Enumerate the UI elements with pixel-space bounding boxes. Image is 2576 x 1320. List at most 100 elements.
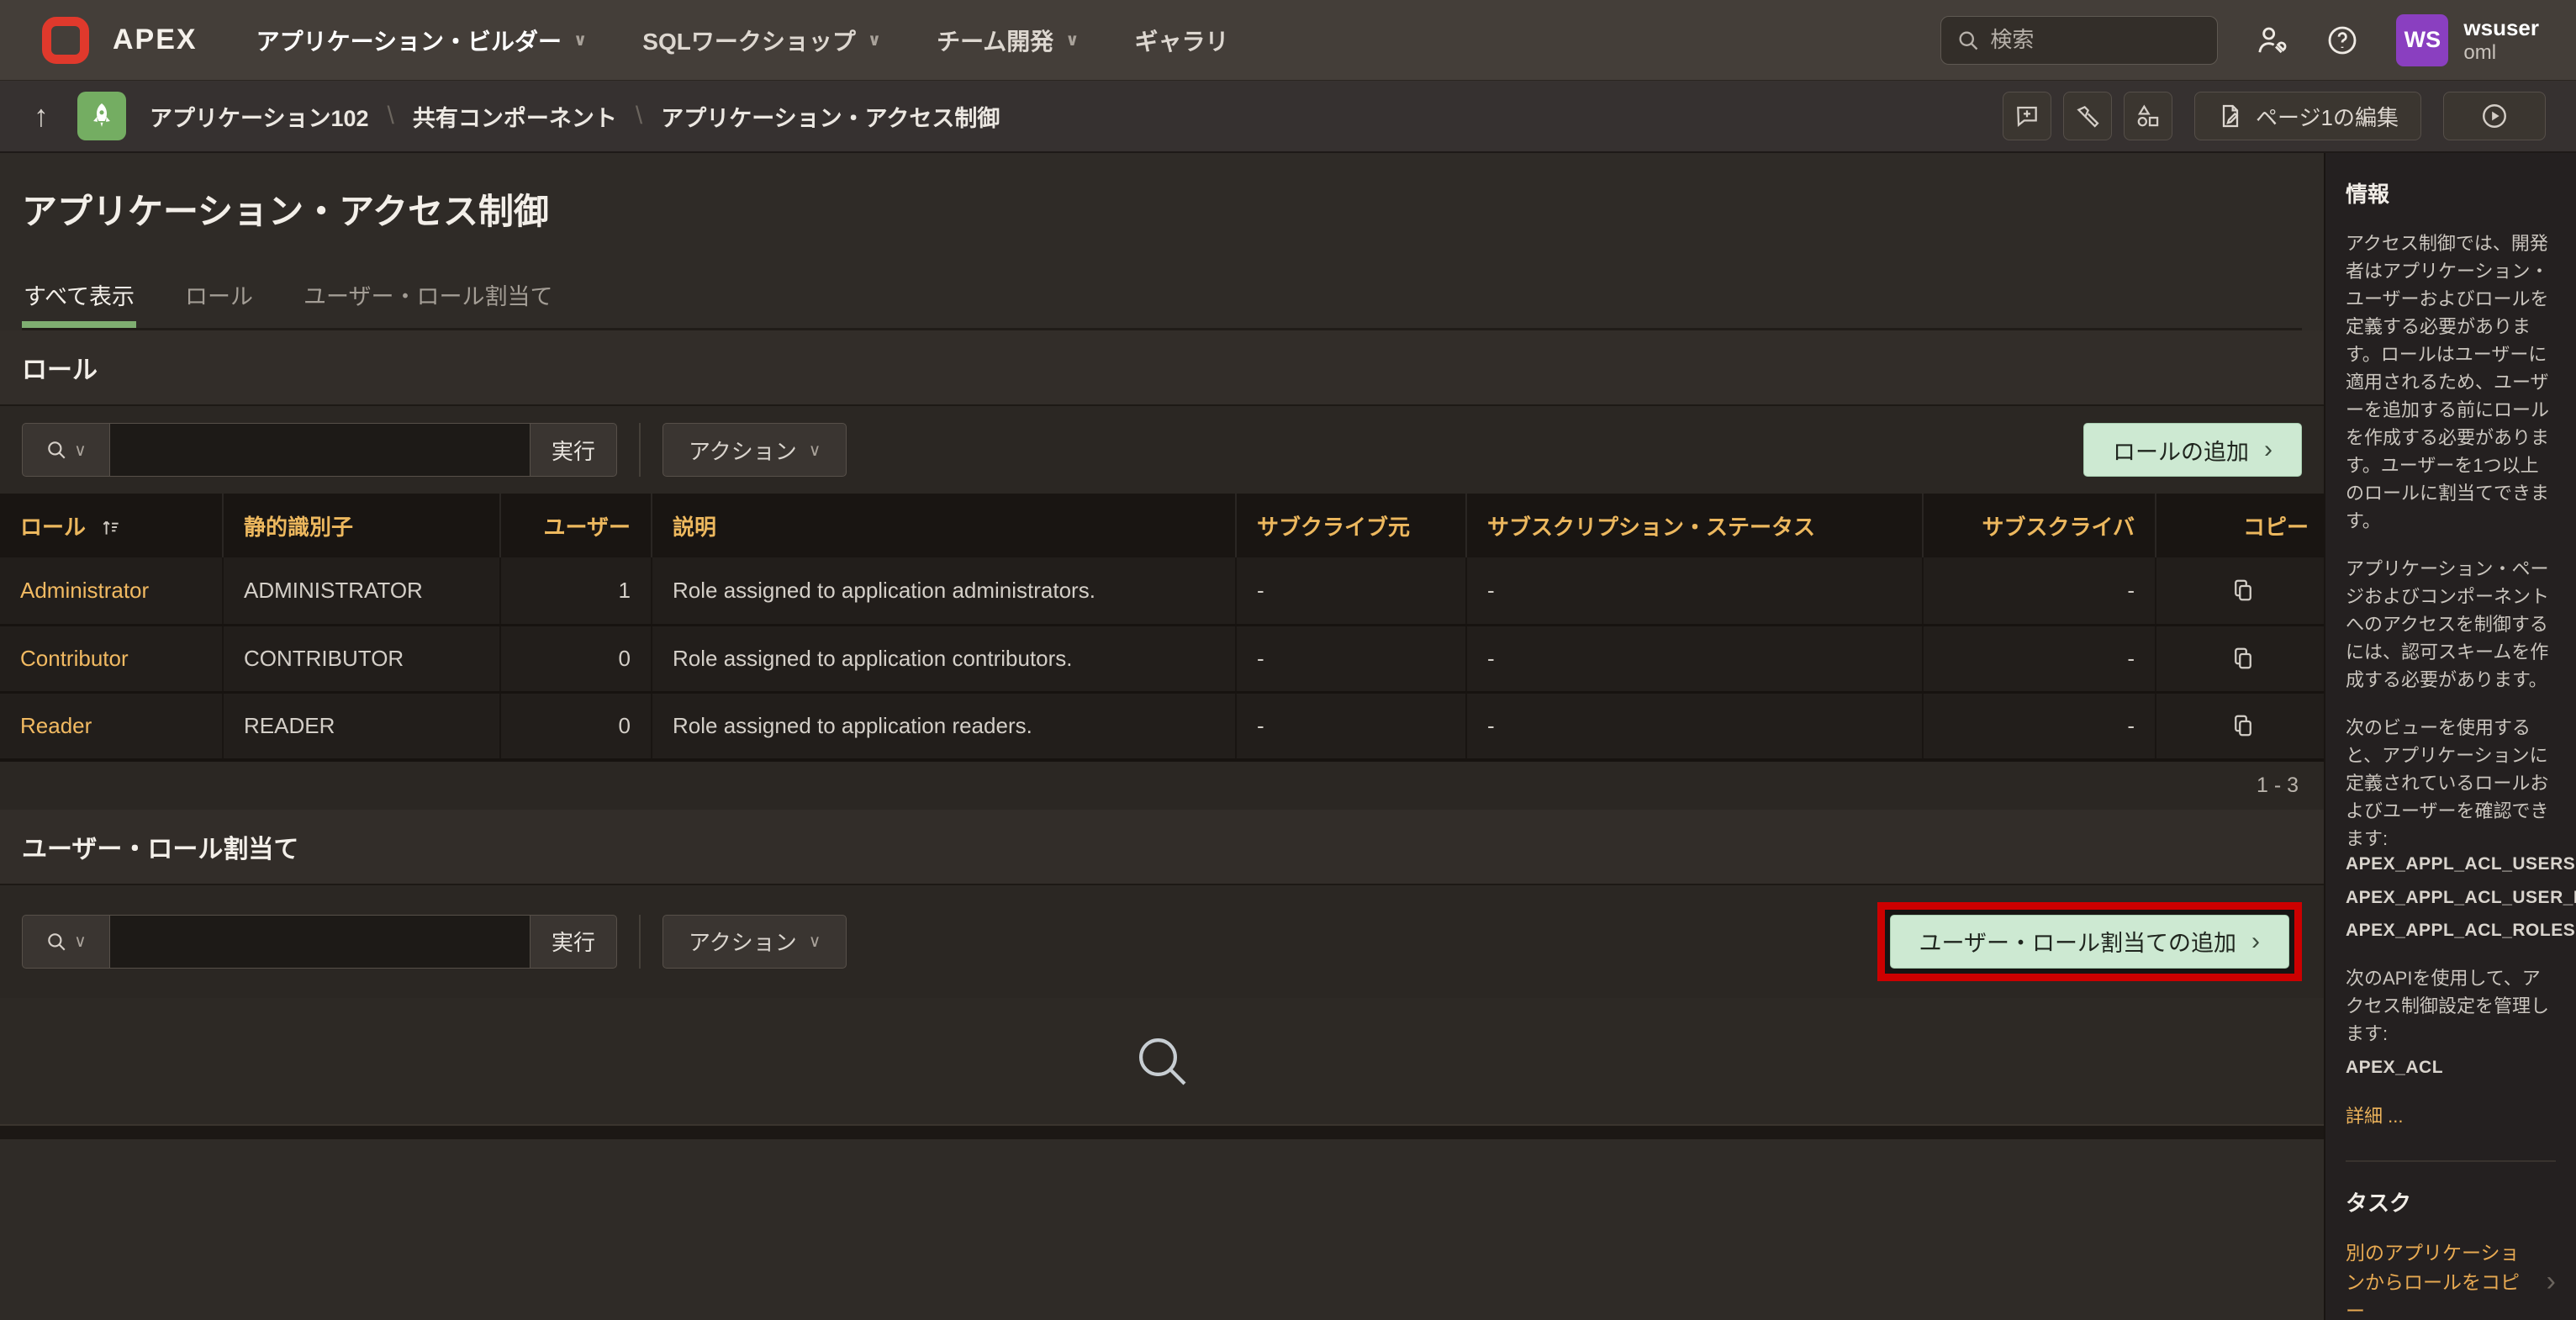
chevron-down-icon: ∨ <box>573 29 587 50</box>
highlight-annotation: ユーザー・ロール割当ての追加 › <box>1877 902 2302 981</box>
copy-roles-task-link[interactable]: 別のアプリケーションからロールをコピー <box>2346 1238 2538 1320</box>
feedback-button[interactable] <box>2003 92 2051 140</box>
roles-region-title: ロール <box>0 330 2324 406</box>
users-count-cell: 0 <box>500 625 652 692</box>
col-role[interactable]: ロール <box>0 494 223 557</box>
toolbar-separator <box>639 915 641 969</box>
shapes-icon <box>2135 103 2162 129</box>
nav-app-builder[interactable]: アプリケーション・ビルダー ∨ <box>256 24 588 57</box>
brand-apex: APEX <box>113 24 198 56</box>
copy-role-button[interactable] <box>2156 625 2329 692</box>
tab-roles[interactable]: ロール <box>183 278 255 328</box>
search-options-button[interactable]: ∨ <box>22 423 109 477</box>
table-row: Reader READER 0 Role assigned to applica… <box>0 692 2329 759</box>
nav-team-dev[interactable]: チーム開発 ∨ <box>937 24 1079 57</box>
add-role-button[interactable]: ロールの追加 › <box>2083 423 2302 477</box>
avatar[interactable]: WS <box>2396 14 2448 66</box>
chevron-down-icon: ∨ <box>809 440 821 461</box>
chevron-right-icon: › <box>2251 927 2260 956</box>
nav-sql-workshop[interactable]: SQLワークショップ ∨ <box>642 24 881 57</box>
user-info: wsuser oml <box>2463 16 2539 64</box>
tab-show-all[interactable]: すべて表示 <box>22 278 136 328</box>
assignments-empty-state <box>0 998 2324 1126</box>
static-id-cell: ADMINISTRATOR <box>223 557 500 625</box>
col-description[interactable]: 説明 <box>652 494 1236 557</box>
acl-views-list: APEX_APPL_ACL_USERS APEX_APPL_ACL_USER_R… <box>2346 851 2556 944</box>
info-paragraph: 次のビューを使用すると、アプリケーションに定義されているロールおよびユーザーを確… <box>2346 714 2556 853</box>
page-head: アプリケーション・アクセス制御 すべて表示 ロール ユーザー・ロール割当て <box>0 153 2324 330</box>
assignments-actions-button[interactable]: アクション ∨ <box>662 915 847 969</box>
header-right: WS wsuser oml <box>1940 14 2539 66</box>
user-name: wsuser <box>2463 16 2539 41</box>
admin-tools-icon[interactable] <box>2255 24 2288 57</box>
chevron-right-icon: › <box>2547 1260 2556 1303</box>
roles-go-button[interactable]: 実行 <box>530 423 617 477</box>
info-paragraph: アプリケーション・ページおよびコンポーネントへのアクセスを制御するには、認可スキ… <box>2346 555 2556 694</box>
col-subscribed-from[interactable]: サブクライブ元 <box>1236 494 1466 557</box>
subscription-status-cell: - <box>1466 692 1923 759</box>
shared-components-button[interactable] <box>2124 92 2172 140</box>
description-cell: Role assigned to application administrat… <box>652 557 1236 625</box>
roles-table-header-row: ロール 静的識別子 ユーザー 説明 サブクライブ元 <box>0 494 2329 557</box>
chevron-down-icon: ∨ <box>809 931 821 952</box>
roles-search-input[interactable] <box>109 423 530 477</box>
subscribed-from-cell: - <box>1236 625 1466 692</box>
copy-role-button[interactable] <box>2156 557 2329 625</box>
page-title: アプリケーション・アクセス制御 <box>22 183 2302 235</box>
search-icon <box>1956 29 1980 52</box>
col-static-id[interactable]: 静的識別子 <box>223 494 500 557</box>
col-copy[interactable]: コピー <box>2156 494 2329 557</box>
sidebar-divider <box>2346 1160 2556 1162</box>
static-id-cell: READER <box>223 692 500 759</box>
task-item[interactable]: 別のアプリケーションからロールをコピー › <box>2346 1238 2556 1320</box>
breadcrumb-current: アプリケーション・アクセス制御 <box>661 100 1000 133</box>
assignments-search-input[interactable] <box>109 915 530 969</box>
subscription-status-cell: - <box>1466 625 1923 692</box>
subscriber-cell: - <box>1923 625 2156 692</box>
breadcrumb: アプリケーション102 \ 共有コンポーネント \ アプリケーション・アクセス制… <box>150 100 1000 133</box>
search-options-button[interactable]: ∨ <box>22 915 109 969</box>
global-search-input[interactable] <box>1990 27 2272 53</box>
page-actions: ページ1の編集 <box>2003 92 2546 140</box>
help-sidebar: 情報 アクセス制御では、開発者はアプリケーション・ユーザーおよびロールを定義する… <box>2324 153 2576 1320</box>
global-search[interactable] <box>1940 16 2218 65</box>
help-icon[interactable] <box>2325 24 2359 57</box>
col-subscriber[interactable]: サブスクライバ <box>1923 494 2156 557</box>
subscribed-from-cell: - <box>1236 692 1466 759</box>
role-link[interactable]: Contributor <box>20 646 129 671</box>
col-users[interactable]: ユーザー <box>500 494 652 557</box>
add-user-role-assignment-button[interactable]: ユーザー・ロール割当ての追加 › <box>1890 915 2289 969</box>
static-id-cell: CONTRIBUTOR <box>223 625 500 692</box>
more-details-link[interactable]: 詳細 ... <box>2346 1102 2403 1130</box>
flashlight-icon <box>2074 103 2101 129</box>
col-subscription-status[interactable]: サブスクリプション・ステータス <box>1466 494 1923 557</box>
acl-view-name: APEX_APPL_ACL_USER_ROLES <box>2346 884 2556 911</box>
roles-region: ロール ∨ 実行 アクション ∨ <box>0 330 2324 810</box>
subscribed-from-cell: - <box>1236 557 1466 625</box>
nav-gallery[interactable]: ギャラリ <box>1135 24 1229 57</box>
copy-role-button[interactable] <box>2156 692 2329 759</box>
roles-actions-button[interactable]: アクション ∨ <box>662 423 847 477</box>
breadcrumb-application[interactable]: アプリケーション102 <box>150 100 369 133</box>
edit-page-label: ページ1の編集 <box>2256 101 2399 132</box>
subscriber-cell: - <box>1923 557 2156 625</box>
utilities-button[interactable] <box>2063 92 2112 140</box>
assignments-go-button[interactable]: 実行 <box>530 915 617 969</box>
main-nav: アプリケーション・ビルダー ∨ SQLワークショップ ∨ チーム開発 ∨ ギャラ… <box>256 24 1229 57</box>
breadcrumb-shared-components[interactable]: 共有コンポーネント <box>413 100 617 133</box>
role-link[interactable]: Reader <box>20 713 92 738</box>
breadcrumb-separator: \ <box>636 102 642 130</box>
run-app-button[interactable] <box>2443 92 2546 140</box>
app-rocket-icon[interactable] <box>77 92 126 140</box>
oracle-logo-icon[interactable] <box>42 17 89 64</box>
subscription-status-cell: - <box>1466 557 1923 625</box>
up-level-icon[interactable]: ↑ <box>34 98 49 134</box>
tab-user-role-assignments[interactable]: ユーザー・ロール割当て <box>302 278 554 328</box>
feedback-bubble-icon <box>2014 103 2040 129</box>
roles-toolbar: ∨ 実行 アクション ∨ ロールの追加 › <box>0 406 2324 494</box>
role-link[interactable]: Administrator <box>20 578 149 603</box>
acl-view-name: APEX_APPL_ACL_ROLES <box>2346 917 2556 944</box>
breadcrumb-bar: ↑ アプリケーション102 \ 共有コンポーネント \ アプリケーション・アクセ… <box>0 81 2576 153</box>
edit-page-button[interactable]: ページ1の編集 <box>2194 92 2421 140</box>
empty-search-icon <box>1132 1031 1192 1091</box>
